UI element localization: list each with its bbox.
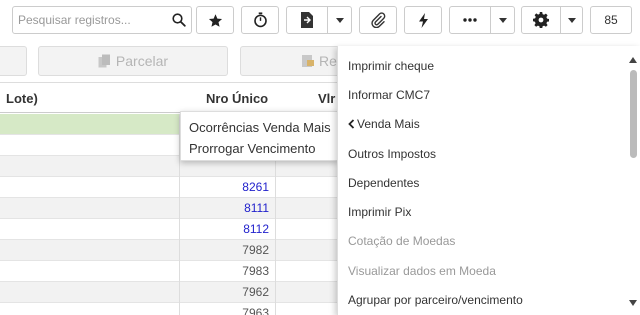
settings-dropdown-toggle[interactable] [560,7,582,33]
menu-item-imprimir-pix[interactable]: Imprimir Pix [348,203,411,221]
export-button[interactable] [286,6,352,34]
menu-item-dependentes[interactable]: Dependentes [348,174,419,192]
menu-item-venda-mais-label: Venda Mais [357,117,420,131]
cell-lote [0,177,180,198]
export-document-icon [301,12,313,28]
menu-item-outros-impostos[interactable]: Outros Impostos [348,145,436,163]
cell-nro-unico[interactable]: 8261 [180,177,276,198]
action-button-left[interactable] [0,46,27,76]
menu-item-cotacao-de-moedas: Cotação de Moedas [348,234,456,248]
timer-button[interactable] [241,6,279,34]
more-options-menu: Imprimir cheque Informar CMC7 Venda Mais… [337,46,640,315]
scroll-down-arrow-icon[interactable] [629,300,637,306]
star-icon [208,13,222,27]
document-edit-icon [302,55,314,67]
search-box [12,6,192,34]
page-size-field[interactable]: 85 [590,6,632,34]
venda-mais-submenu: Ocorrências Venda Mais Prorrogar Vencime… [180,111,338,161]
cell-lote [0,156,180,177]
cell-nro-unico: 7963 [180,303,276,315]
menu-item-informar-cmc7[interactable]: Informar CMC7 [348,86,430,104]
re-button[interactable]: Re [240,46,350,76]
menu-item-prorrogar-vencimento[interactable]: Prorrogar Vencimento [189,141,315,156]
favorite-button[interactable] [196,6,234,34]
parcelar-button[interactable]: Parcelar [38,46,228,76]
search-input[interactable] [13,7,171,33]
cell-lote [0,261,180,282]
cell-nro-unico: 7983 [180,261,276,282]
menu-item-venda-mais[interactable]: Venda Mais [348,115,420,133]
chevron-left-icon [348,119,355,129]
more-main[interactable] [450,7,490,33]
copy-document-icon [98,54,110,68]
cell-nro-unico: 7962 [180,282,276,303]
toolbar: 85 [0,0,640,43]
caret-down-icon [567,17,576,23]
menu-scrollbar-thumb[interactable] [630,70,637,158]
settings-main[interactable] [522,7,560,33]
export-dropdown-toggle[interactable] [327,7,351,33]
scroll-up-arrow-icon[interactable] [629,57,637,63]
header-vlr[interactable]: Vlr [318,85,335,113]
gear-icon [533,12,549,28]
cell-lote [0,114,180,135]
more-dropdown-toggle[interactable] [490,7,514,33]
cell-lote [0,240,180,261]
export-main[interactable] [287,7,327,33]
cell-lote [0,135,180,156]
attachment-button[interactable] [359,6,397,34]
header-lote[interactable]: Lote) [6,85,38,113]
menu-item-visualizar-dados-em-moeda: Visualizar dados em Moeda [348,264,496,278]
cell-lote [0,303,180,315]
cell-lote [0,219,180,240]
settings-button[interactable] [521,6,583,34]
stopwatch-icon [253,12,267,28]
caret-down-icon [335,17,344,23]
paperclip-icon [371,12,386,28]
header-nro-unico[interactable]: Nro Único [206,85,268,113]
more-options-button[interactable] [449,6,515,34]
lightning-icon [418,12,428,28]
cell-lote [0,198,180,219]
cell-nro-unico[interactable]: 8111 [180,198,276,219]
cell-lote [0,282,180,303]
caret-down-icon [498,17,507,23]
menu-item-ocorrencias-venda-mais[interactable]: Ocorrências Venda Mais [189,120,331,135]
cell-nro-unico: 7982 [180,240,276,261]
search-icon[interactable] [172,13,186,27]
menu-item-agrupar-por-parceiro[interactable]: Agrupar por parceiro/vencimento [348,291,523,309]
cell-nro-unico[interactable]: 8112 [180,219,276,240]
re-label: Re [319,53,337,69]
ellipsis-icon [463,18,477,22]
quick-action-button[interactable] [404,6,442,34]
parcelar-label: Parcelar [115,53,169,69]
menu-item-imprimir-cheque[interactable]: Imprimir cheque [348,57,434,75]
